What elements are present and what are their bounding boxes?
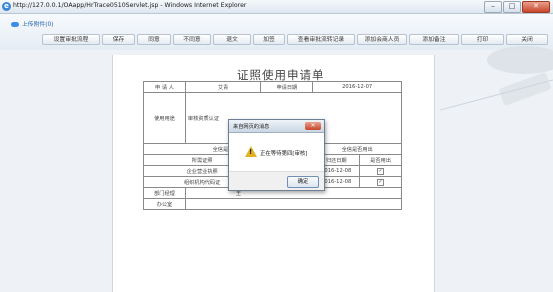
dialog-message: 正在等待第四[审核] bbox=[260, 151, 308, 157]
dialog-close-button[interactable]: ✕ bbox=[305, 122, 321, 130]
upload-cloud-icon bbox=[11, 22, 19, 27]
save-button[interactable]: 保存 bbox=[102, 34, 135, 45]
upload-attachment-link[interactable]: 上传附件(0) bbox=[11, 19, 53, 28]
purpose-label: 使用用途 bbox=[143, 92, 186, 144]
ie-icon: e bbox=[2, 2, 11, 11]
original-right: 全信是否用出 bbox=[312, 143, 402, 155]
office-label: 办公室 bbox=[143, 198, 186, 210]
add-consult-person-button[interactable]: 添加会商人员 bbox=[357, 34, 407, 45]
warning-icon-mark: ! bbox=[249, 148, 253, 156]
office-value bbox=[184, 198, 403, 210]
table-row: 申 请 人 艾青 申请日期 2016-12-07 bbox=[143, 81, 402, 93]
window-controls: – □ ✕ bbox=[484, 1, 550, 13]
add-signer-button[interactable]: 加签 bbox=[253, 34, 285, 45]
col-return-header: 是否用出 bbox=[359, 154, 402, 166]
date-label: 申请日期 bbox=[260, 81, 314, 93]
dialog-footer: 确定 bbox=[229, 171, 324, 190]
cert2-return: ✓ bbox=[359, 176, 402, 188]
set-approval-flow-button[interactable]: 设置审批流程 bbox=[42, 34, 100, 45]
window-title: http://127.0.0.1/OAapp/HrTrace0510Servle… bbox=[13, 2, 247, 9]
cert1-return: ✓ bbox=[359, 165, 402, 177]
minimize-button[interactable]: – bbox=[484, 1, 502, 13]
window-close-button[interactable]: ✕ bbox=[522, 1, 550, 13]
dialog-title-bar: 来自网页的消息 ✕ bbox=[229, 120, 324, 133]
return-document-button[interactable]: 退文 bbox=[213, 34, 251, 45]
window-title-bar: e http://127.0.0.1/OAapp/HrTrace0510Serv… bbox=[0, 0, 553, 14]
checkbox[interactable]: ✓ bbox=[377, 167, 385, 175]
approve-button[interactable]: 同意 bbox=[137, 34, 171, 45]
view-approval-history-button[interactable]: 查看审批流转记录 bbox=[287, 34, 355, 45]
reject-button[interactable]: 不同意 bbox=[173, 34, 211, 45]
message-dialog: 来自网页的消息 ✕ ! 正在等待第四[审核] 确定 bbox=[228, 119, 325, 191]
applicant-label: 申 请 人 bbox=[143, 81, 186, 93]
upload-label: 上传附件(0) bbox=[22, 22, 54, 28]
checkbox[interactable]: ✓ bbox=[377, 178, 385, 186]
table-row: 办公室 bbox=[143, 198, 403, 210]
date-value: 2016-12-07 bbox=[312, 81, 402, 93]
dialog-title: 来自网页的消息 bbox=[233, 124, 270, 130]
applicant-value: 艾青 bbox=[184, 81, 262, 93]
ok-button[interactable]: 确定 bbox=[287, 176, 319, 188]
decorative-background bbox=[440, 46, 553, 111]
maximize-button[interactable]: □ bbox=[503, 1, 521, 13]
dept-label: 部门经理 bbox=[143, 187, 186, 199]
